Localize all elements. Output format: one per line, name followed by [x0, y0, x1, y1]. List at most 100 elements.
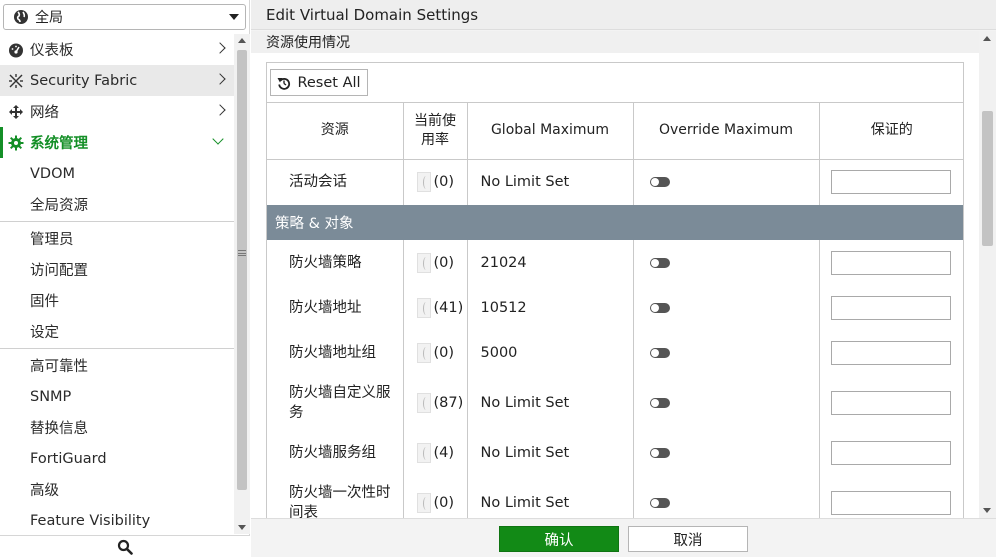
- nav-item-security-fabric[interactable]: Security Fabric: [0, 65, 234, 96]
- nav-sub-access-profiles[interactable]: 访问配置: [0, 254, 234, 285]
- nav-sub-advanced[interactable]: 高级: [0, 474, 234, 505]
- guaranteed-input[interactable]: [830, 295, 951, 320]
- table-header-row: 资源 当前使用率 Global Maximum Override Maximum…: [267, 103, 963, 160]
- network-icon: [8, 104, 24, 120]
- dialog-footer: 确认 取消: [251, 518, 996, 557]
- resource-panel: Reset All 资源 当前使用率 Global Maximum Overri…: [266, 62, 964, 518]
- guaranteed-cell: [819, 375, 963, 430]
- override-toggle[interactable]: [649, 177, 670, 188]
- guaranteed-cell: [819, 159, 963, 205]
- content-scrollbar[interactable]: [979, 31, 996, 518]
- nav-sub-vdom[interactable]: VDOM: [0, 158, 234, 189]
- scrollbar-thumb[interactable]: [982, 111, 993, 246]
- chevron-down-icon: [212, 133, 224, 145]
- nav-sub-snmp[interactable]: SNMP: [0, 381, 234, 412]
- nav-sub-firmware[interactable]: 固件: [0, 285, 234, 316]
- override-cell: [633, 159, 820, 205]
- override-toggle[interactable]: [649, 302, 670, 313]
- nav-label-network: 网络: [30, 105, 59, 121]
- guaranteed-cell: [819, 475, 963, 518]
- usage-value: (0): [433, 174, 455, 191]
- table-row: 活动会话 (0) No Limit Set: [267, 159, 963, 205]
- grip-icon: [238, 250, 246, 256]
- column-header-global-max: Global Maximum: [467, 103, 634, 160]
- globe-icon: [14, 10, 28, 24]
- section-title: 资源使用情况: [251, 31, 979, 53]
- nav-divider: [0, 348, 234, 349]
- usage-value: (0): [433, 344, 455, 361]
- cancel-button[interactable]: 取消: [628, 526, 748, 552]
- override-cell: [633, 375, 820, 430]
- dashboard-icon: [8, 42, 24, 58]
- nav-item-dashboard[interactable]: 仪表板: [0, 34, 234, 65]
- column-header-guaranteed: 保证的: [819, 103, 963, 160]
- nav-sub-global-resources[interactable]: 全局资源: [0, 189, 234, 220]
- global-max-value: 5000: [467, 330, 634, 375]
- guaranteed-input[interactable]: [830, 170, 951, 195]
- page-title: Edit Virtual Domain Settings: [251, 0, 996, 30]
- nav-sub-ha[interactable]: 高可靠性: [0, 350, 234, 381]
- table-row: 防火墙服务组 (4) No Limit Set: [267, 430, 963, 475]
- reset-all-button[interactable]: Reset All: [270, 69, 368, 96]
- scrollbar-thumb[interactable]: [237, 50, 247, 490]
- nav-label-system: 系统管理: [30, 136, 88, 152]
- scroll-up-icon[interactable]: [238, 38, 246, 43]
- gear-icon: [8, 135, 24, 151]
- override-toggle[interactable]: [649, 347, 670, 358]
- column-header-override-max: Override Maximum: [633, 103, 820, 160]
- override-toggle[interactable]: [649, 257, 670, 268]
- scroll-up-icon[interactable]: [983, 36, 991, 41]
- resource-name: 防火墙一次性时间表: [267, 475, 404, 518]
- resource-name: 防火墙策略: [267, 240, 404, 285]
- vdom-selector[interactable]: 全局: [3, 4, 246, 30]
- override-toggle[interactable]: [649, 497, 670, 508]
- nav-divider: [0, 221, 234, 222]
- override-toggle[interactable]: [649, 397, 670, 408]
- sidebar-search[interactable]: [0, 535, 250, 557]
- nav-sub-replacement-messages[interactable]: 替换信息: [0, 412, 234, 443]
- ok-button[interactable]: 确认: [499, 526, 619, 552]
- global-max-value: 10512: [467, 285, 634, 330]
- table-row: 防火墙一次性时间表 (0) No Limit Set: [267, 475, 963, 518]
- usage-cell: (0): [403, 159, 468, 205]
- guaranteed-cell: [819, 430, 963, 475]
- nav-item-network[interactable]: 网络: [0, 96, 234, 127]
- usage-bar: [416, 172, 431, 193]
- nav-sub-fortiguard[interactable]: FortiGuard: [0, 443, 234, 474]
- guaranteed-input[interactable]: [830, 490, 951, 515]
- global-max-value: No Limit Set: [467, 159, 634, 205]
- guaranteed-input[interactable]: [830, 440, 951, 465]
- resource-table: 资源 当前使用率 Global Maximum Override Maximum…: [267, 103, 963, 518]
- reset-all-label: Reset All: [297, 74, 361, 91]
- scroll-down-icon[interactable]: [983, 508, 991, 513]
- guaranteed-cell: [819, 330, 963, 375]
- toolbar: Reset All: [267, 63, 963, 103]
- guaranteed-input[interactable]: [830, 340, 951, 365]
- table-row: 防火墙策略 (0) 21024: [267, 240, 963, 285]
- nav-item-system[interactable]: 系统管理: [0, 127, 234, 158]
- guaranteed-cell: [819, 285, 963, 330]
- content-area: Reset All 资源 当前使用率 Global Maximum Overri…: [251, 53, 979, 518]
- sidebar-scrollbar[interactable]: [234, 34, 250, 534]
- usage-value: (87): [433, 394, 464, 411]
- override-toggle[interactable]: [649, 447, 670, 458]
- guaranteed-input[interactable]: [830, 390, 951, 415]
- usage-value: (4): [433, 444, 455, 461]
- nav-sub-settings[interactable]: 设定: [0, 316, 234, 347]
- guaranteed-cell: [819, 240, 963, 285]
- override-cell: [633, 475, 820, 518]
- usage-bar: [416, 342, 431, 363]
- usage-bar: [416, 392, 431, 413]
- search-icon: [117, 539, 133, 555]
- global-max-value: No Limit Set: [467, 475, 634, 518]
- chevron-right-icon: [214, 104, 226, 116]
- usage-cell: (87): [403, 375, 468, 430]
- nav-sub-feature-visibility[interactable]: Feature Visibility: [0, 505, 234, 534]
- sidebar: 全局 仪表板 Security Fabric 网络 系统管理 VDOM 全局资源…: [0, 0, 250, 557]
- usage-cell: (4): [403, 430, 468, 475]
- fabric-icon: [8, 73, 24, 89]
- guaranteed-input[interactable]: [830, 250, 951, 275]
- nav-sub-admins[interactable]: 管理员: [0, 223, 234, 254]
- scroll-down-icon[interactable]: [238, 525, 246, 530]
- override-cell: [633, 240, 820, 285]
